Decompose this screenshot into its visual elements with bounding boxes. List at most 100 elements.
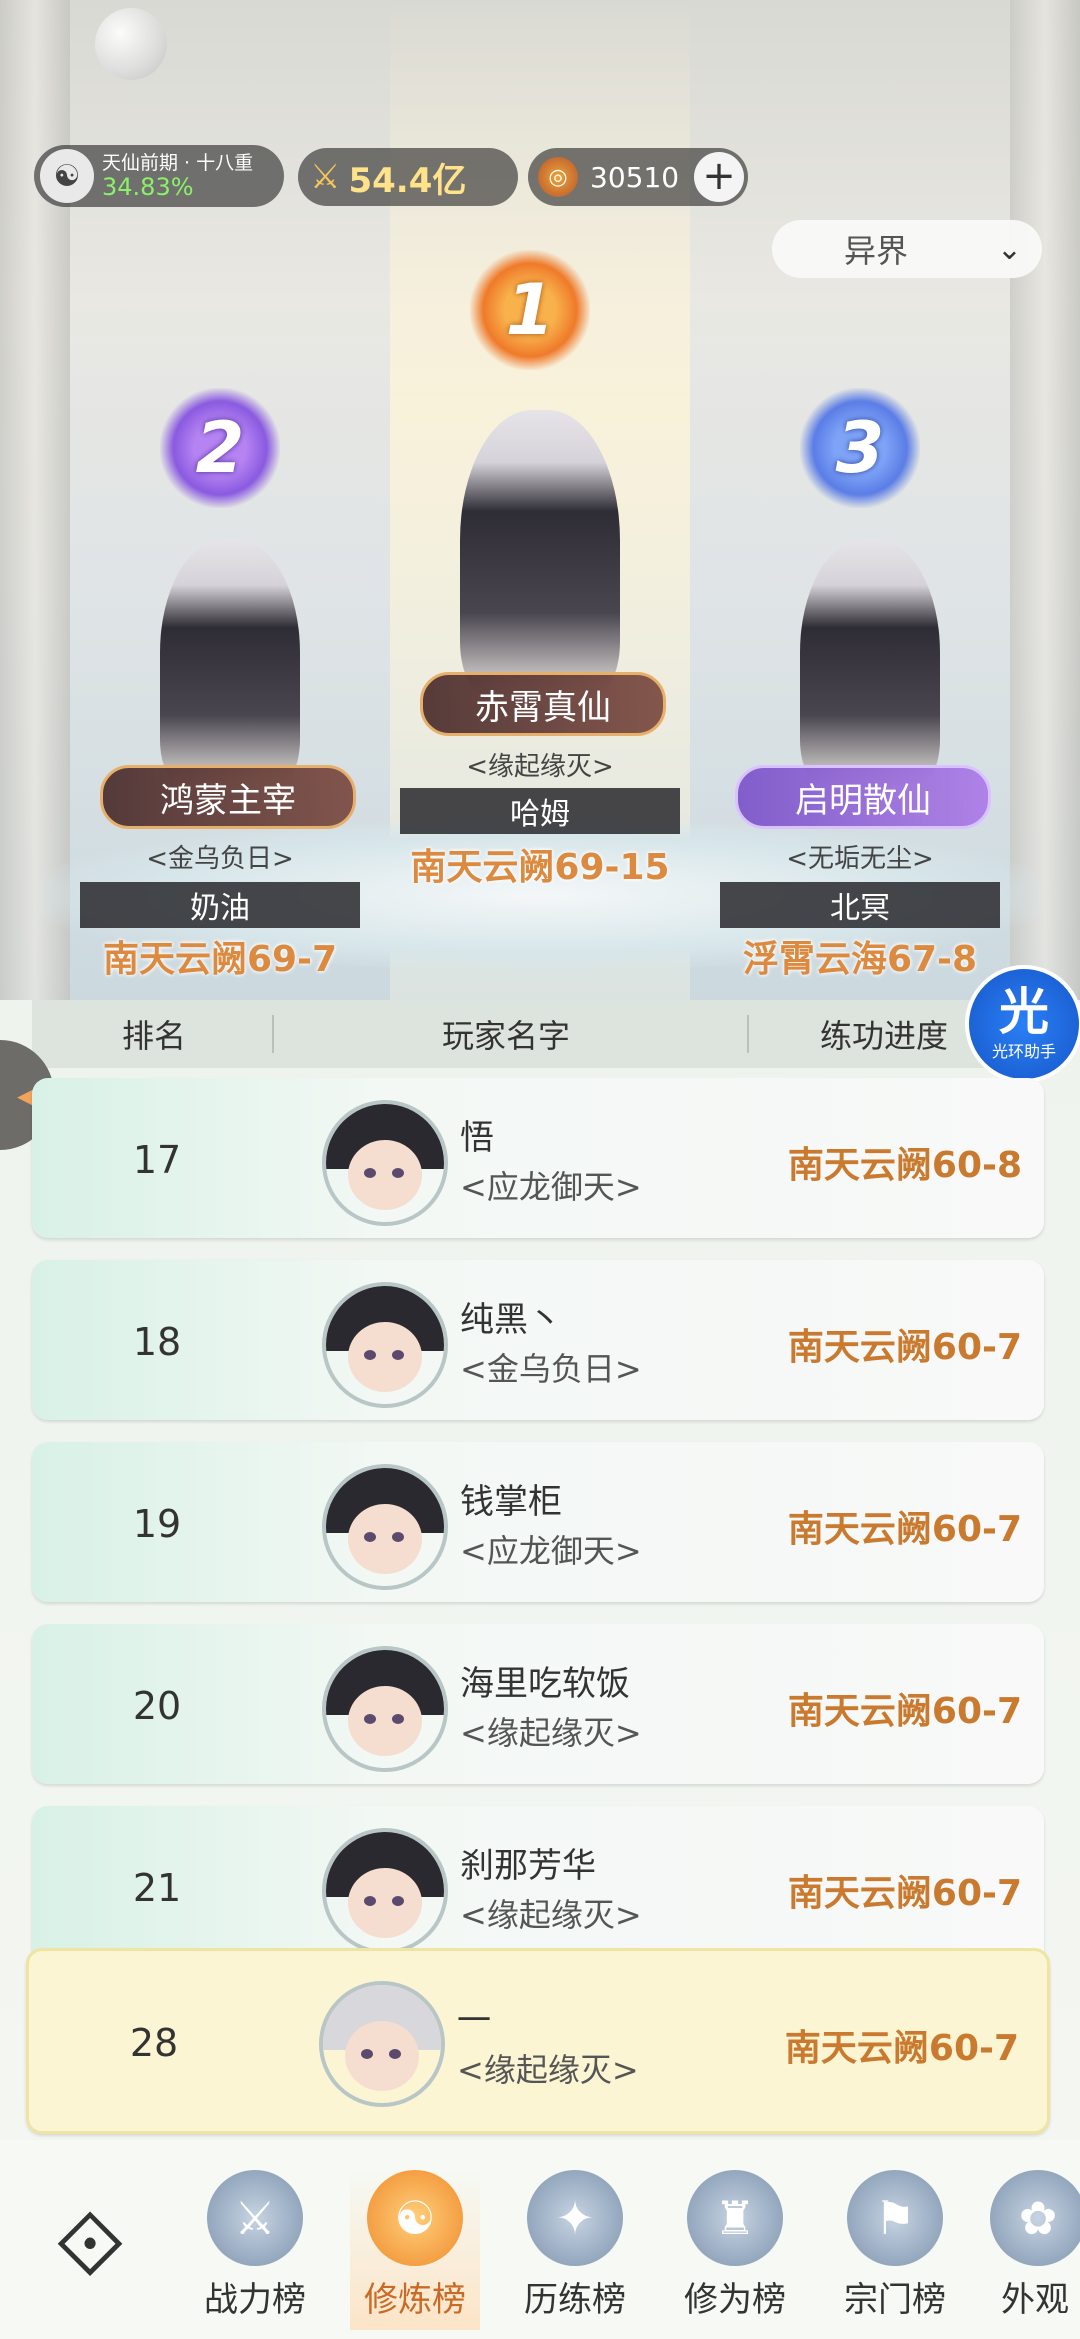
header-divider <box>747 1015 749 1053</box>
tab-label: 战力榜 <box>204 2280 306 2320</box>
appearance-icon: ✿ <box>990 2170 1080 2266</box>
row-progress: 南天云阙60-7 <box>787 1873 1022 1914</box>
row-guild: <应龙御天> <box>460 1168 642 1206</box>
table-row[interactable]: 17 悟 <应龙御天> 南天云阙60-8 <box>32 1078 1044 1238</box>
tab-label: 修为榜 <box>684 2280 786 2320</box>
table-row[interactable]: 20 海里吃软饭 <缘起缘灭> 南天云阙60-7 <box>32 1624 1044 1784</box>
row-progress: 南天云阙60-7 <box>787 1327 1022 1368</box>
tab-label: 修炼榜 <box>364 2280 466 2320</box>
rank-3-progress: 浮霄云海67-8 <box>742 939 978 980</box>
rank-1-player: 哈姆 <box>400 788 680 834</box>
banner-icon: ⚑ <box>847 2170 943 2266</box>
yin-yang-icon: ☯ <box>367 2170 463 2266</box>
table-header: 排名 玩家名字 练功进度 <box>32 1000 1042 1068</box>
rank-2-title: 鸿蒙主宰 <box>100 765 356 829</box>
region-dropdown-label: 异界 <box>844 232 909 270</box>
rank-2-guild: <金乌负日> <box>146 844 294 874</box>
row-rank: 18 <box>132 1320 182 1364</box>
crossed-swords-icon: ⚔ <box>310 157 341 197</box>
avatar[interactable] <box>322 1828 448 1954</box>
rank-2-emblem: 2 <box>160 388 280 508</box>
cultivator-icon: ☯ <box>40 149 94 203</box>
row-progress: 南天云阙60-7 <box>784 2028 1019 2069</box>
avatar[interactable] <box>322 1282 448 1408</box>
rank-1-progress: 南天云阙69-15 <box>410 847 670 888</box>
rank-1-emblem: 1 <box>470 250 590 370</box>
header-progress: 练功进度 <box>820 1017 949 1055</box>
row-guild: <应龙御天> <box>460 1532 642 1570</box>
helper-float-button[interactable]: 光 光环助手 <box>965 965 1080 1083</box>
header-rank: 排名 <box>122 1017 187 1055</box>
row-rank: 21 <box>132 1866 182 1910</box>
rank-1-title: 赤霄真仙 <box>420 672 666 736</box>
helper-label: 光环助手 <box>991 1042 1056 1061</box>
orb-decoration <box>95 8 167 80</box>
row-player-name: 钱掌柜 <box>460 1482 562 1522</box>
row-progress: 南天云阙60-7 <box>787 1509 1022 1550</box>
tab-label: 外观 <box>1001 2280 1069 2320</box>
tab-cultivation[interactable]: ☯ 修炼榜 <box>350 2170 480 2330</box>
header-divider <box>272 1015 274 1053</box>
pillar-right <box>1010 0 1080 1000</box>
plus-icon[interactable]: + <box>694 152 744 202</box>
avatar[interactable] <box>322 1100 448 1226</box>
realm-label: 天仙前期 · 十八重 <box>102 152 254 174</box>
avatar[interactable] <box>319 1981 445 2107</box>
leaderboard-scene: ☯ 天仙前期 · 十八重 34.83% ⚔ 54.4亿 ◎ 30510 + 异界… <box>0 0 1080 1000</box>
rank-2-player: 奶油 <box>80 882 360 928</box>
tab-label: 历练榜 <box>524 2280 626 2320</box>
row-rank: 19 <box>132 1502 182 1546</box>
row-rank: 17 <box>132 1138 182 1182</box>
rank-3-title: 启明散仙 <box>735 765 991 829</box>
rank-2-character[interactable] <box>160 540 300 790</box>
row-player-name: 海里吃软饭 <box>460 1664 630 1704</box>
rank-1-guild: <缘起缘灭> <box>466 752 614 782</box>
avatar[interactable] <box>322 1464 448 1590</box>
menu-logo-icon[interactable]: ⟐ <box>35 2190 145 2300</box>
row-player-name: 悟 <box>460 1118 494 1158</box>
swords-icon: ⚔ <box>207 2170 303 2266</box>
realm-status[interactable]: ☯ 天仙前期 · 十八重 34.83% <box>34 145 284 207</box>
tab-trial[interactable]: ✦ 历练榜 <box>510 2170 640 2330</box>
tab-appearance[interactable]: ✿ 外观 <box>990 2170 1080 2330</box>
tab-combat-power[interactable]: ⚔ 战力榜 <box>190 2170 320 2330</box>
row-guild: <缘起缘灭> <box>460 1714 642 1752</box>
tab-realm[interactable]: ♜ 修为榜 <box>670 2170 800 2330</box>
rank-3-player: 北冥 <box>720 882 1000 928</box>
row-guild: <缘起缘灭> <box>460 1896 642 1934</box>
my-rank-row[interactable]: 28 一 <缘起缘灭> 南天云阙60-7 <box>26 1948 1050 2134</box>
row-progress: 南天云阙60-7 <box>787 1691 1022 1732</box>
coin-icon: ◎ <box>538 157 578 197</box>
helper-icon: 光 <box>999 983 1049 1041</box>
row-player-name: 纯黑丶 <box>460 1300 562 1340</box>
rank-3-guild: <无垢无尘> <box>786 844 934 874</box>
combat-power[interactable]: ⚔ 54.4亿 <box>298 148 518 206</box>
hat-icon: ♜ <box>687 2170 783 2266</box>
avatar[interactable] <box>322 1646 448 1772</box>
tab-label: 宗门榜 <box>844 2280 946 2320</box>
bottom-nav: ⟐ ⚔ 战力榜 ☯ 修炼榜 ✦ 历练榜 ♜ 修为榜 ⚑ 宗门榜 ✿ 外观 <box>0 2140 1080 2339</box>
rank-2-progress: 南天云阙69-7 <box>102 939 338 980</box>
table-row[interactable]: 21 刹那芳华 <缘起缘灭> 南天云阙60-7 <box>32 1806 1044 1956</box>
rank-3-character[interactable] <box>800 540 940 790</box>
row-player-name: 一 <box>457 2001 491 2041</box>
region-dropdown[interactable]: 异界 ⌄ <box>772 220 1042 278</box>
realm-percent: 34.83% <box>102 173 194 201</box>
table-row[interactable]: 18 纯黑丶 <金乌负日> 南天云阙60-7 <box>32 1260 1044 1420</box>
currency-counter: ◎ 30510 + <box>528 148 748 206</box>
star-icon: ✦ <box>527 2170 623 2266</box>
table-row[interactable]: 19 钱掌柜 <应龙御天> 南天云阙60-7 <box>32 1442 1044 1602</box>
chevron-down-icon: ⌄ <box>996 231 1022 267</box>
row-rank: 20 <box>132 1684 182 1728</box>
rank-3-emblem: 3 <box>800 388 920 508</box>
row-player-name: 刹那芳华 <box>460 1846 596 1886</box>
combat-power-value: 54.4亿 <box>348 160 467 201</box>
row-rank: 28 <box>129 2021 179 2065</box>
row-progress: 南天云阙60-8 <box>787 1145 1022 1186</box>
header-name: 玩家名字 <box>442 1017 571 1055</box>
tab-sect[interactable]: ⚑ 宗门榜 <box>830 2170 960 2330</box>
rank-1-character[interactable] <box>460 410 620 700</box>
row-guild: <金乌负日> <box>460 1350 642 1388</box>
row-guild: <缘起缘灭> <box>457 2051 639 2089</box>
currency-value: 30510 <box>590 160 680 194</box>
